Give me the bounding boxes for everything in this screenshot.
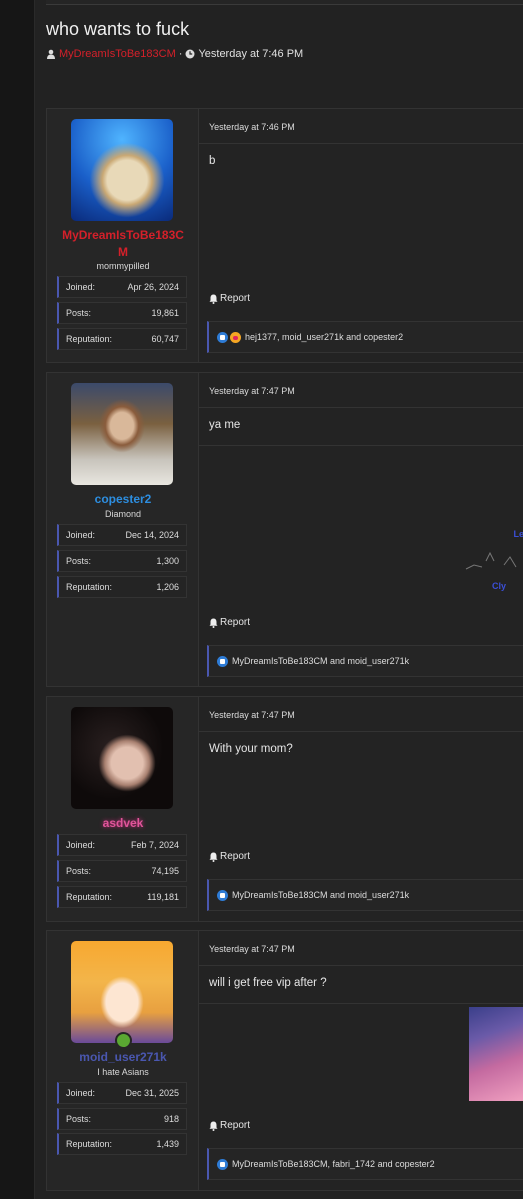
stat-reputation: Reputation: 1,439 [57,1133,187,1155]
stat-posts: Posts: 19,861 [57,302,187,324]
bell-icon [209,294,218,304]
post-1: MyDreamIsToBe183C M mommypilled Joined: A… [46,108,523,363]
user-icon [47,49,55,59]
clock-icon [185,49,195,59]
reactions-bar[interactable]: MyDreamIsToBe183CM and moid_user271k [207,645,523,677]
thread-date[interactable]: Yesterday at 7:46 PM [198,48,303,60]
bell-icon [209,852,218,862]
stat-joined: Joined: Apr 26, 2024 [57,276,187,298]
stat-joined: Joined: Dec 31, 2025 [57,1082,187,1104]
report-button[interactable]: Report [209,617,250,628]
avatar[interactable] [71,707,173,809]
user-title: Diamond [104,509,142,519]
thread-title: who wants to fuck [46,19,190,39]
like-reaction-icon [217,889,228,901]
user-title: mommypilled [96,261,150,271]
message-body: With your mom? [209,743,293,755]
stat-reputation: Reputation: 1,206 [57,576,187,598]
message-divider [199,731,523,732]
reactions-list[interactable]: MyDreamIsToBe183CM, fabri_1742 and copes… [232,1159,435,1169]
post-date[interactable]: Yesterday at 7:47 PM [209,710,295,720]
bell-icon [209,1121,218,1131]
message-body: b [209,155,216,167]
thread-meta: MyDreamIsToBe183CM · Yesterday at 7:46 P… [46,48,303,60]
username-link[interactable]: copester2 [47,491,199,508]
user-cell: asdvek Joined: Feb 7, 2024 Posts: 74,195 R… [47,697,199,921]
online-status-indicator [115,1032,132,1049]
reactions-list[interactable]: hej1377, moid_user271k and copester2 [245,332,403,342]
signature-scribble-icon [465,551,517,570]
username-link[interactable]: MyDreamIsToBe183C M [47,227,199,261]
love-reaction-icon [230,331,241,343]
message-divider [199,407,523,408]
avatar[interactable] [71,941,173,1043]
username-link[interactable]: moid_user271k [47,1049,199,1066]
message-divider [199,143,523,144]
user-cell: copester2 Diamond Joined: Dec 14, 2024 Po… [47,373,199,686]
left-sidebar-strip [0,0,34,1199]
stat-reputation: Reputation: 119,181 [57,886,187,908]
report-button[interactable]: Report [209,1120,250,1131]
report-button[interactable]: Report [209,293,250,304]
message-divider [199,445,523,446]
reactions-list[interactable]: MyDreamIsToBe183CM and moid_user271k [232,656,409,666]
post-3: asdvek Joined: Feb 7, 2024 Posts: 74,195 R… [46,696,523,922]
post-date[interactable]: Yesterday at 7:47 PM [209,386,295,396]
signature-image: Le Cly [464,523,523,593]
reactions-bar[interactable]: MyDreamIsToBe183CM and moid_user271k [207,879,523,911]
message-cell: Yesterday at 7:47 PM With your mom? Repo… [199,697,523,921]
post-date[interactable]: Yesterday at 7:46 PM [209,122,295,132]
avatar[interactable] [71,119,173,221]
message-cell: Yesterday at 7:47 PM will i get free vip… [199,931,523,1190]
message-body: ya me [209,419,241,431]
stat-posts: Posts: 918 [57,1108,187,1130]
stat-posts: Posts: 1,300 [57,550,187,572]
message-cell: Yesterday at 7:47 PM ya me Le Cly Report… [199,373,523,686]
meta-separator: · [178,48,183,60]
username-link[interactable]: asdvek [47,815,199,832]
reactions-list[interactable]: MyDreamIsToBe183CM and moid_user271k [232,890,409,900]
message-cell: Yesterday at 7:46 PM b Report hej1377, m… [199,109,523,362]
stat-joined: Joined: Feb 7, 2024 [57,834,187,856]
message-body: will i get free vip after ? [209,977,327,989]
message-divider [199,965,523,966]
avatar[interactable] [71,383,173,485]
post-date[interactable]: Yesterday at 7:47 PM [209,944,295,954]
report-button[interactable]: Report [209,851,250,862]
reactions-bar[interactable]: MyDreamIsToBe183CM, fabri_1742 and copes… [207,1148,523,1180]
user-cell: moid_user271k I hate Asians Joined: Dec 3… [47,931,199,1190]
reactions-bar[interactable]: hej1377, moid_user271k and copester2 [207,321,523,353]
like-reaction-icon [217,1158,228,1170]
like-reaction-icon [217,655,228,667]
like-reaction-icon [217,331,228,343]
thread-author-link[interactable]: MyDreamIsToBe183CM [59,48,176,60]
bell-icon [209,618,218,628]
user-title: I hate Asians [97,1067,149,1077]
post-4: moid_user271k I hate Asians Joined: Dec 3… [46,930,523,1191]
message-divider [199,1003,523,1004]
stat-posts: Posts: 74,195 [57,860,187,882]
signature-image [469,1007,523,1101]
user-cell: MyDreamIsToBe183C M mommypilled Joined: A… [47,109,199,362]
stat-joined: Joined: Dec 14, 2024 [57,524,187,546]
stat-reputation: Reputation: 60,747 [57,328,187,350]
top-border [46,0,523,5]
post-2: copester2 Diamond Joined: Dec 14, 2024 Po… [46,372,523,687]
